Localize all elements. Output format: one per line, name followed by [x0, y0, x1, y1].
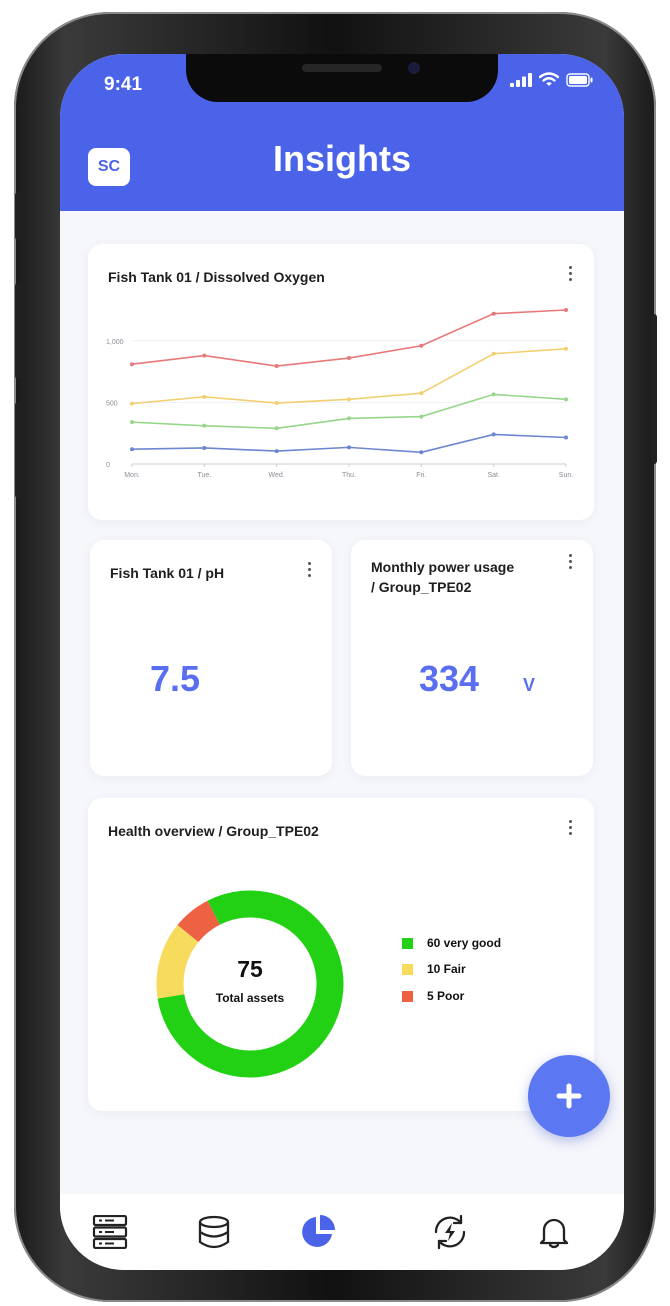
plus-icon [556, 1083, 582, 1109]
x-tick-label: Mon. [124, 472, 140, 479]
y-tick-label: 500 [106, 400, 118, 407]
x-tick-label: Thu. [342, 472, 356, 479]
data-point [347, 356, 351, 361]
add-button[interactable] [528, 1055, 610, 1137]
tab-energy[interactable] [430, 1212, 470, 1252]
data-point [274, 401, 279, 406]
legend-label: 5 Poor [427, 989, 465, 1003]
mute-switch [15, 192, 21, 240]
tab-notifications[interactable] [534, 1212, 574, 1252]
data-point [564, 346, 568, 351]
data-point [564, 397, 568, 402]
front-camera [408, 62, 420, 74]
data-point [564, 435, 568, 440]
data-point [274, 364, 279, 369]
legend-swatch [402, 963, 413, 975]
more-options-icon[interactable] [567, 820, 573, 835]
data-point [491, 351, 496, 356]
dissolved-oxygen-card: Fish Tank 01 / Dissolved Oxygen 0 500 1,00… [88, 244, 594, 520]
more-options-icon[interactable] [567, 554, 573, 569]
data-point [419, 414, 424, 419]
data-point [491, 311, 496, 316]
data-point [130, 420, 134, 425]
data-point [347, 397, 351, 402]
ph-card: Fish Tank 01 / pH 7.5 [90, 540, 332, 776]
x-tick-label: Sun. [559, 472, 573, 479]
legend-item-very-good: 60 very good [402, 936, 501, 950]
legend-swatch [402, 990, 413, 1002]
cellular-signal-icon [510, 72, 532, 87]
data-point [202, 423, 207, 428]
data-point [347, 416, 351, 421]
ph-value: 7.5 [150, 658, 201, 699]
series-line [131, 433, 567, 454]
data-point [491, 392, 496, 397]
energy-cycle-icon [434, 1214, 466, 1250]
page-title: Insights [272, 138, 411, 179]
data-point [202, 353, 207, 358]
data-point [419, 391, 424, 396]
power-usage-card: Monthly power usage / Group_TPE02 334 V [351, 540, 593, 776]
health-overview-card: Health overview / Group_TPE02 75 Total a… [88, 798, 594, 1111]
data-point [347, 445, 351, 450]
card-title: Fish Tank 01 / pH [110, 565, 225, 581]
legend-item-fair: 10 Fair [402, 962, 466, 976]
card-title: Health overview / Group_TPE02 [108, 823, 319, 839]
y-tick-label: 0 [106, 462, 110, 469]
data-point [419, 343, 424, 348]
dissolved-oxygen-line-chart: 0 500 1,000 Mon. Tue. Wed. Thu. Fri. Sat. Sun. [106, 308, 573, 479]
legend-swatch [402, 937, 413, 949]
legend-label: 60 very good [427, 936, 502, 950]
health-donut-chart [156, 890, 344, 1078]
x-tick-label: Fri. [416, 472, 426, 479]
database-icon [198, 1215, 230, 1249]
data-point [130, 447, 134, 452]
bottom-tab-bar [60, 1194, 624, 1270]
data-point [419, 450, 424, 455]
data-point [274, 426, 279, 431]
legend-label: 10 Fair [427, 962, 466, 976]
volume-down-button [15, 402, 21, 498]
data-point [130, 362, 134, 367]
data-point [491, 432, 496, 437]
data-point [130, 401, 134, 406]
x-tick-label: Sat. [487, 472, 500, 479]
card-title-line1: Monthly power usage [371, 559, 515, 575]
x-tick-label: Wed. [269, 472, 285, 479]
wifi-icon [539, 72, 559, 86]
speaker [302, 64, 382, 72]
notch [186, 54, 498, 102]
status-time: 9:41 [104, 74, 143, 95]
y-tick-label: 1,000 [106, 339, 124, 346]
total-assets-label: Total assets [215, 991, 285, 1005]
data-point [202, 394, 207, 399]
legend-item-poor: 5 Poor [402, 989, 464, 1003]
status-icons [510, 72, 594, 87]
tab-insights[interactable] [298, 1212, 338, 1252]
power-button [651, 314, 657, 464]
data-point [274, 449, 279, 454]
bell-icon [539, 1218, 569, 1249]
volume-up-button [15, 283, 21, 379]
tab-database[interactable] [194, 1212, 234, 1252]
tab-servers[interactable] [90, 1212, 130, 1252]
battery-icon [566, 72, 593, 87]
card-title-line2: / Group_TPE02 [371, 579, 472, 595]
data-point [202, 445, 207, 450]
data-point [564, 308, 568, 312]
power-unit: V [523, 675, 536, 695]
total-assets-value: 75 [237, 956, 263, 982]
server-icon [92, 1215, 128, 1249]
pie-chart-icon [302, 1215, 335, 1247]
app-screen: 9:41 SC Insights Fish Tank 01 / Dissolve… [60, 54, 624, 1270]
more-options-icon[interactable] [306, 562, 312, 577]
power-value: 334 [419, 658, 480, 699]
x-tick-label: Tue. [197, 472, 211, 479]
